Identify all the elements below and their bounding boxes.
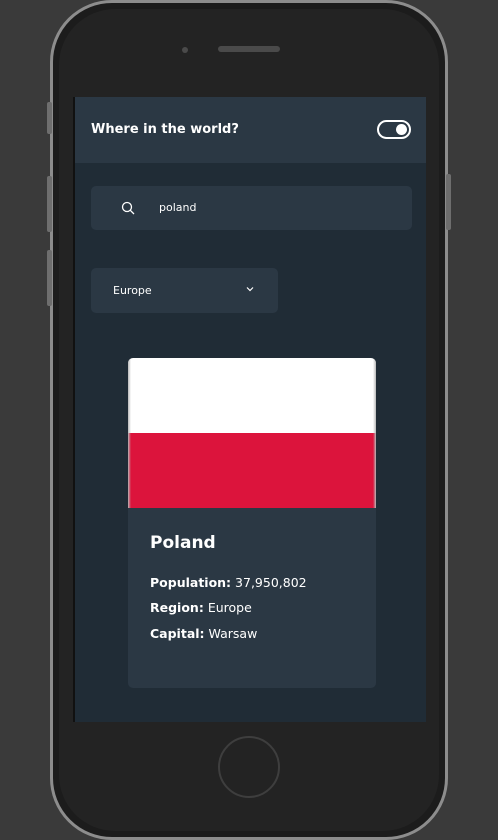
country-name: Poland — [150, 533, 216, 553]
search-icon — [121, 201, 135, 215]
capital-row: Capital: Warsaw — [150, 626, 257, 641]
capital-label: Capital: — [150, 626, 205, 641]
app-title: Where in the world? — [91, 122, 239, 137]
volume-down-button — [47, 250, 52, 306]
flag-red-stripe — [128, 433, 376, 508]
volume-up-button — [47, 176, 52, 232]
region-label: Region: — [150, 600, 204, 615]
flag-edge-left — [128, 358, 131, 508]
flag-white-stripe — [128, 358, 376, 433]
theme-toggle[interactable] — [377, 120, 411, 139]
region-value: Europe — [207, 600, 252, 615]
home-button — [218, 736, 280, 798]
toggle-knob — [396, 124, 407, 135]
region-filter-value: Europe — [113, 284, 152, 297]
earpiece-speaker — [218, 46, 280, 52]
country-card[interactable]: Poland Population: 37,950,802 Region: Eu… — [128, 358, 376, 688]
app-screen: Where in the world? poland Europe Poland… — [73, 97, 426, 722]
mute-switch — [47, 102, 52, 134]
population-value: 37,950,802 — [235, 575, 307, 590]
population-label: Population: — [150, 575, 232, 590]
chevron-down-icon — [246, 287, 254, 292]
region-row: Region: Europe — [150, 600, 252, 615]
power-button — [446, 174, 451, 230]
region-filter-select[interactable]: Europe — [91, 268, 278, 313]
population-row: Population: 37,950,802 — [150, 575, 307, 590]
search-value: poland — [159, 201, 197, 214]
app-header: Where in the world? — [75, 97, 426, 163]
search-input[interactable]: poland — [91, 186, 412, 230]
capital-value: Warsaw — [208, 626, 258, 641]
flag-edge-right — [373, 358, 376, 508]
front-camera — [182, 47, 188, 53]
